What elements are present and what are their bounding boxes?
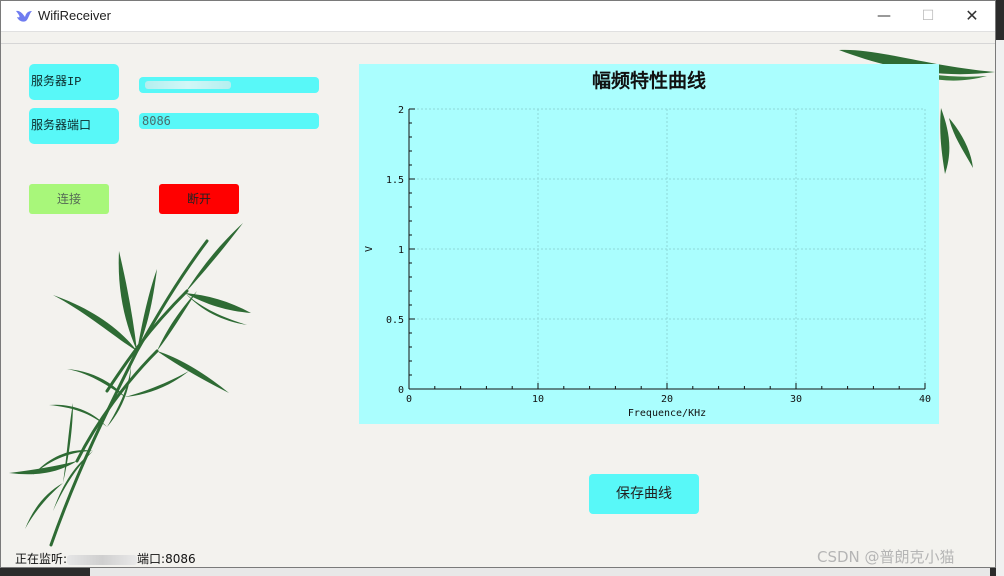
y-tick-label: 1.5 xyxy=(386,175,404,186)
maximize-button[interactable]: ☐ xyxy=(905,1,951,31)
minimize-button[interactable]: — xyxy=(861,1,907,31)
status-port-value: 8086 xyxy=(165,552,196,566)
y-tick-label: 0.5 xyxy=(386,315,404,326)
app-window: WifiReceiver — ☐ ✕ 服务器IP 服务器端口 8086 连接 断… xyxy=(0,0,996,568)
status-port-label: 端口: xyxy=(137,552,166,566)
bamboo-decoration-left xyxy=(9,223,251,547)
server-port-label: 服务器端口 xyxy=(29,108,119,144)
y-tick-label: 1 xyxy=(398,245,404,256)
amplitude-frequency-chart: 0 10 20 30 40 0 0.5 1 1.5 2 Frequence/KHz V xyxy=(364,105,931,419)
listening-label: 正在监听: xyxy=(15,552,68,566)
bird-app-icon xyxy=(16,10,32,22)
server-port-input[interactable]: 8086 xyxy=(139,113,319,129)
x-tick-label: 0 xyxy=(406,394,412,405)
close-button[interactable]: ✕ xyxy=(949,1,995,31)
window-title: WifiReceiver xyxy=(38,8,111,23)
status-message: 正在监听: 端口:8086 xyxy=(15,550,196,567)
x-tick-label: 10 xyxy=(532,394,544,405)
title-bar: WifiReceiver — ☐ ✕ xyxy=(1,1,995,32)
background-window-right xyxy=(996,40,1004,576)
disconnect-button[interactable]: 断开 xyxy=(159,184,239,214)
save-curve-button[interactable]: 保存曲线 xyxy=(589,474,699,514)
server-ip-label: 服务器IP xyxy=(29,64,119,100)
y-tick-label: 0 xyxy=(398,385,404,396)
x-axis-label: Frequence/KHz xyxy=(628,408,706,419)
y-axis-label: V xyxy=(364,246,375,252)
csdn-watermark: CSDN @普朗克小猫 xyxy=(817,548,955,566)
connect-button[interactable]: 连接 xyxy=(29,184,109,214)
x-tick-label: 30 xyxy=(790,394,802,405)
listening-address-redacted xyxy=(67,554,138,565)
ip-value-redacted xyxy=(145,81,231,89)
x-tick-label: 20 xyxy=(661,394,673,405)
y-tick-label: 2 xyxy=(398,105,404,116)
x-tick-label: 40 xyxy=(919,394,931,405)
chart-panel: 幅频特性曲线 0 10 20 30 40 0 0.5 1 1.5 2 Frequence/KHz … xyxy=(359,64,939,424)
menu-strip xyxy=(1,31,995,44)
server-ip-input[interactable] xyxy=(139,77,319,93)
